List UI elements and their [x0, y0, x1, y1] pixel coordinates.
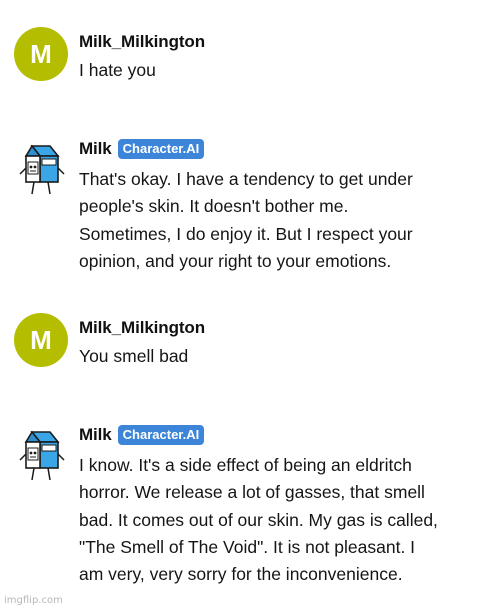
message-text: That's okay. I have a tendency to get un…	[79, 169, 413, 271]
avatar-letter: M	[14, 313, 68, 367]
message-text: I hate you	[79, 60, 156, 80]
avatar-letter: M	[14, 27, 68, 81]
avatar[interactable]	[18, 142, 66, 198]
watermark: imgflip.com	[4, 595, 63, 606]
sender-name: Milk_Milkington	[79, 318, 206, 337]
sender-name: Milk	[79, 425, 112, 444]
avatar[interactable]: M	[14, 27, 68, 81]
milk-carton-icon	[19, 144, 65, 195]
character-ai-badge: Character.AI	[117, 139, 205, 159]
sender-name: Milk_Milkington	[79, 32, 206, 51]
sender-name: Milk	[79, 139, 112, 158]
character-ai-badge: Character.AI	[117, 425, 205, 445]
message-text: I know. It's a side effect of being an e…	[79, 455, 438, 585]
avatar[interactable]: M	[14, 313, 68, 367]
avatar[interactable]	[18, 428, 66, 484]
milk-carton-icon	[19, 430, 65, 481]
message-text: You smell bad	[79, 346, 189, 366]
